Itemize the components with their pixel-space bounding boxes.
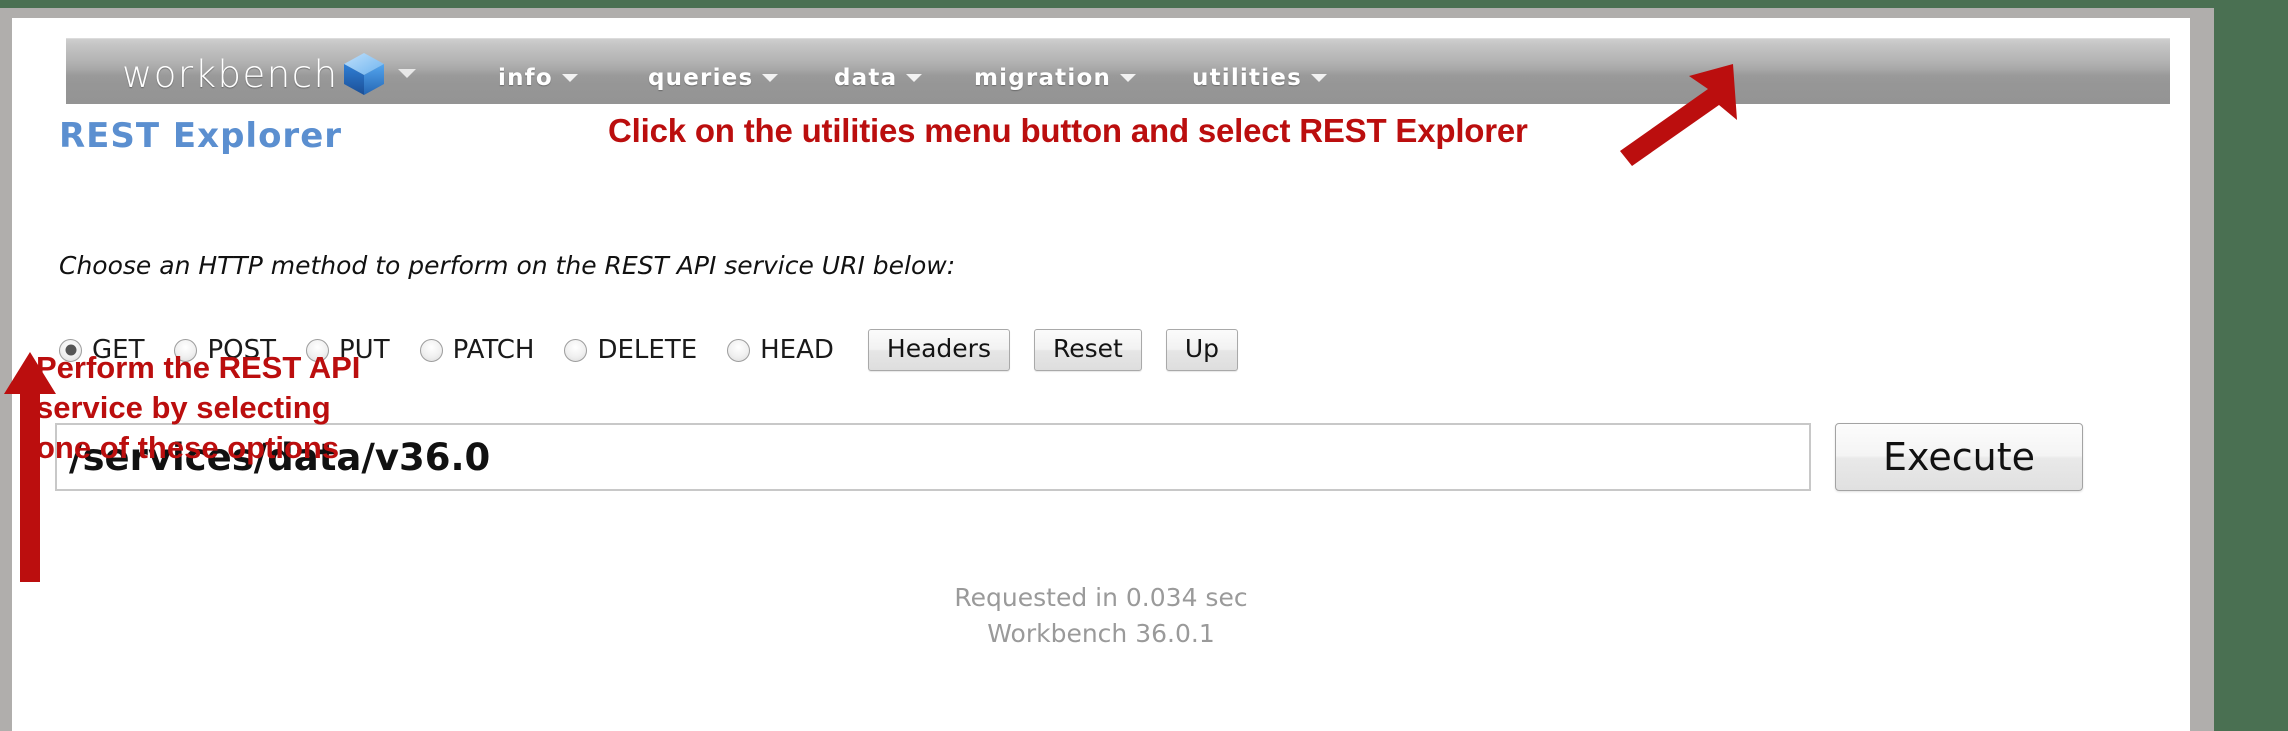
radio-patch-indicator[interactable]: [419, 338, 443, 362]
up-button[interactable]: Up: [1165, 328, 1238, 372]
radio-delete-label: DELETE: [597, 335, 698, 365]
nav-item-utilities[interactable]: utilities: [1192, 65, 1327, 91]
nav-item-migration-label: migration: [974, 65, 1112, 91]
page-subtitle: Choose an HTTP method to perform on the …: [59, 251, 956, 280]
nav-item-queries-label: queries: [648, 65, 754, 91]
annotation-methods-line-1: Perform the REST API: [36, 350, 361, 385]
brand-label: workbench: [122, 52, 339, 96]
nav-item-queries[interactable]: queries: [648, 65, 779, 91]
main-navbar: workbench info queries data migration ut…: [66, 38, 2170, 104]
screenshot-root: workbench info queries data migration ut…: [0, 0, 2288, 731]
status-block: Requested in 0.034 sec Workbench 36.0.1: [12, 580, 2190, 652]
nav-item-data-label: data: [834, 65, 898, 91]
annotation-methods-note: Perform the REST API service by selectin…: [36, 348, 396, 468]
radio-option-delete[interactable]: DELETE: [564, 335, 697, 365]
brand-chevron-down-icon[interactable]: [397, 68, 416, 78]
nav-item-utilities-label: utilities: [1192, 65, 1302, 91]
chevron-down-icon: [1311, 73, 1327, 82]
chevron-down-icon: [762, 73, 779, 82]
radio-head-indicator[interactable]: [727, 338, 751, 362]
headers-button[interactable]: Headers: [867, 328, 1010, 372]
reset-button[interactable]: Reset: [1033, 328, 1142, 372]
arrow-up-right-icon: [1610, 58, 1790, 183]
radio-delete-indicator[interactable]: [564, 338, 588, 362]
arrow-up-icon: [4, 352, 64, 587]
radio-patch-label: PATCH: [452, 335, 535, 365]
radio-head-label: HEAD: [760, 335, 834, 365]
execute-button[interactable]: Execute: [1835, 423, 2083, 491]
nav-item-data[interactable]: data: [834, 65, 923, 91]
radio-option-head[interactable]: HEAD: [727, 335, 834, 365]
page-title: REST Explorer: [59, 116, 343, 156]
brand-logo[interactable]: workbench: [122, 51, 416, 97]
nav-item-info[interactable]: info: [498, 65, 578, 91]
nav-item-info-label: info: [498, 65, 553, 91]
annotation-utilities-note: Click on the utilities menu button and s…: [608, 112, 1528, 149]
chevron-down-icon: [906, 73, 923, 82]
annotation-methods-line-2: service by selecting: [36, 390, 331, 425]
status-requested: Requested in 0.034 sec: [954, 583, 1248, 612]
nav-item-migration[interactable]: migration: [974, 65, 1137, 91]
chevron-down-icon: [1120, 73, 1137, 82]
annotation-methods-line-3: one of these options: [36, 430, 340, 465]
status-version: Workbench 36.0.1: [987, 619, 1215, 648]
chevron-down-icon: [561, 73, 578, 82]
cube-icon: [341, 51, 387, 97]
radio-option-patch[interactable]: PATCH: [419, 335, 535, 365]
